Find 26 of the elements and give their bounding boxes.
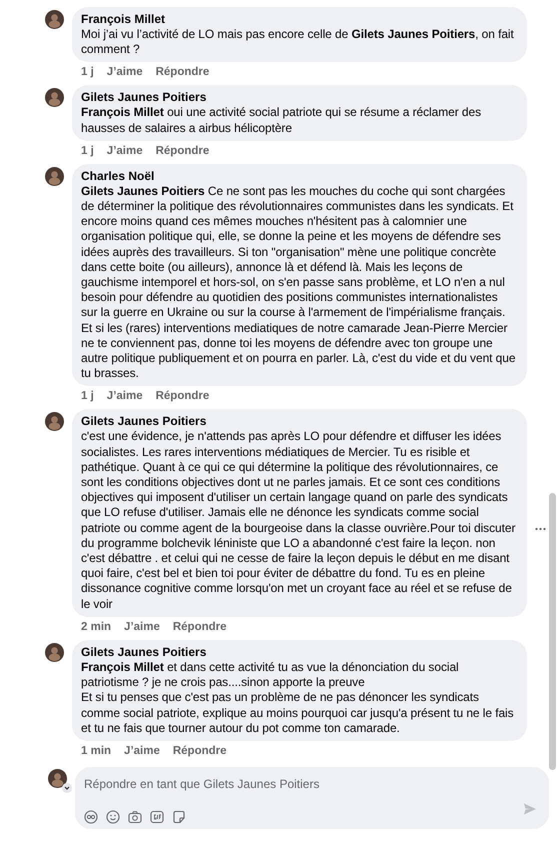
comment-time[interactable]: 1 j <box>81 65 94 80</box>
reply-link[interactable]: Répondre <box>156 144 210 158</box>
like-link[interactable]: J’aime <box>106 65 143 80</box>
comment-author[interactable]: Gilets Jaunes Poitiers <box>81 644 516 660</box>
comment-text: François Millet oui une activité social patriote qui se résume a réclamer des hausses de salaires a airbus hélicoptère <box>81 105 482 136</box>
comment-author[interactable]: François Millet <box>81 11 516 27</box>
reply-link[interactable]: Répondre <box>172 620 227 634</box>
comment-text: François Millet et dans cette activité tu as vue la dénonciation du social patriotisme ? je ne crois pas....sinon apporte la preuve Et si tu penses que c'est pas un problème de ne pas dénoncer les syndicats comme social patriote, explique au moins pourquoi car jusqu'a présent tu ne le fais et tu ne fais que tourner autour du pot comme ton camarade. <box>81 660 515 736</box>
reply-link[interactable]: Répondre <box>156 65 210 80</box>
comment-time[interactable]: 1 j <box>81 144 94 158</box>
like-link[interactable]: J’aime <box>106 144 143 158</box>
reply-input[interactable]: Répondre en tant que Gilets Jaunes Poitiers <box>84 776 540 791</box>
comment-time[interactable]: 1 min <box>81 744 112 758</box>
reply-link[interactable]: Répondre <box>172 744 227 758</box>
comment-text: Moi j’ai vu l’activité de LO mais pas encore celle de Gilets Jaunes Poitiers, on fait comment ? <box>81 27 515 58</box>
comment-author[interactable]: Gilets Jaunes Poitiers <box>81 413 516 430</box>
comment-author[interactable]: Gilets Jaunes Poitiers <box>81 89 516 106</box>
comment-author[interactable]: Charles Noël <box>81 168 516 184</box>
like-link[interactable]: J’aime <box>124 620 160 634</box>
like-link[interactable]: J’aime <box>106 389 143 404</box>
comment-time[interactable]: 1 j <box>81 389 94 404</box>
like-link[interactable]: J’aime <box>124 744 160 758</box>
reply-link[interactable]: Répondre <box>156 389 210 404</box>
comment-text: c'est une évidence, je n'attends pas après LO pour défendre et diffuser les idées socialistes. Les rares interventions médiatiques de Mercier. Tu es risible et pathétique. Quant à ce qui ce qui détermine la politique des révolutionnaires, ce sont les conditions objectives dont ut ne parles jamais. Et ce sont ces conditions objectives qui imposent d'utiliser un certain langage quand on parle des syndicats que LO refuse d'utiliser. Jamais elle ne dénonce les syndicats comme social patriote ou comme agent de la bourgeoise dans la classe ouvrière.Pour toi discuter du programme bolchevik léniniste que LO a abandonné c'est faire la leçon. non c'est débattre . et celui qui ne cesse de faire la leçon depuis le début en me disant quoi faire, c'est bel et bien toi pour éviter de débattre du fond. Tu es en pleine dissonance cognitive comme lorsqu'on met un croyant face au réel et se refuse de le voir <box>81 429 516 612</box>
comment-time[interactable]: 2 min <box>81 620 112 634</box>
comment-text: Gilets Jaunes Poitiers Ce ne sont pas les mouches du coche qui sont chargées de déterminer la politique des révolutionnaires communistes dans les syndicats. Et encore moins quand ces mêmes mouches n'hésitent pas à calomnier une organisation politique qui, elle, se donne la peine et les moyens de défendre ses idées auprès des travailleurs. Si ton "organisation" mène une politique concrète dans cette boite (ou ailleurs), annonce là et défend là. Mais les leçons de gauchisme intemporel et hors-sol, on s'en passe sans problème, et LO n'en a nul besoin pour défendre au quotidien des positions communistes internationalistes sur la guerre en Ukraine ou sur la course à l'armement de l'impérialisme français. Et si les (rares) interventions mediatiques de notre camarade Jean-Pierre Mercier ne te conviennent pas, donne toi les moyens de défendre avec ton groupe une autre politique publiquement et on pourra en parler. Là, c'est du vide et du vent que tu brasses. <box>81 184 516 382</box>
